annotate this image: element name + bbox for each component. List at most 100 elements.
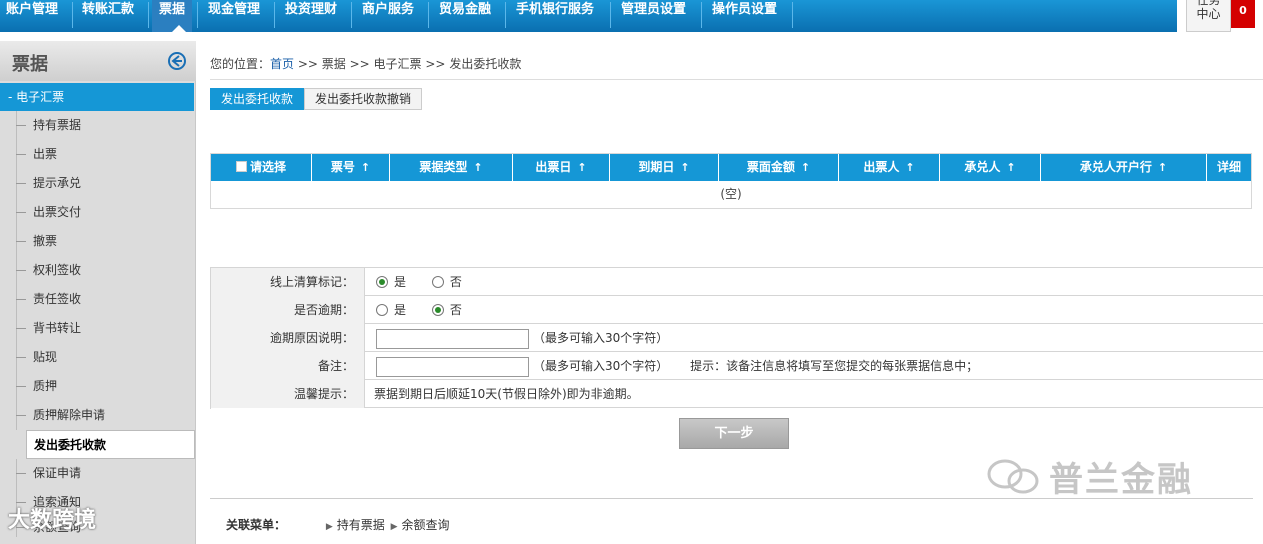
sidebar-item-label: 权利签收 <box>33 263 82 277</box>
nav-operator[interactable]: 操作员设置 <box>712 0 777 32</box>
footer-divider <box>210 498 1253 499</box>
nav-trade[interactable]: 贸易金融 <box>439 0 491 32</box>
sidebar: 票据 - 电子汇票 持有票据 出票 提示承兑 出票交付 撤票 权利签收 责任签收… <box>0 41 196 544</box>
column-drawer[interactable]: 出票人 ↑ <box>839 154 940 181</box>
select-all-checkbox[interactable] <box>235 161 247 172</box>
related-menu-label: 关联菜单： <box>226 518 287 532</box>
sort-arrow-icon: ↑ <box>1006 161 1016 174</box>
overdue-yes-radio[interactable] <box>376 304 388 316</box>
column-label: 票面金额 <box>746 160 795 174</box>
reason-field-group: （最多可输入30个字符） <box>376 324 668 352</box>
breadcrumb-home-link[interactable]: 首页 <box>270 57 294 71</box>
select-all-header[interactable]: 请选择 <box>211 154 312 181</box>
column-due-date[interactable]: 到期日 ↑ <box>610 154 719 181</box>
nav-divider <box>351 2 352 28</box>
sidebar-item-label: 质押 <box>33 379 58 393</box>
sidebar-item-guarantee[interactable]: 保证申请 <box>0 459 196 488</box>
sidebar-item-label: 持有票据 <box>33 118 82 132</box>
nav-divider <box>505 2 506 28</box>
sidebar-item-delivery[interactable]: 出票交付 <box>0 198 196 227</box>
sidebar-item-duty-sign[interactable]: 责任签收 <box>0 285 196 314</box>
collapse-sidebar-icon[interactable] <box>167 51 187 71</box>
sidebar-item-right-sign[interactable]: 权利签收 <box>0 256 196 285</box>
sidebar-item-acceptance[interactable]: 提示承兑 <box>0 169 196 198</box>
top-nav: 账户管理 转账汇款 票据 现金管理 投资理财 商户服务 贸易金融 手机银行服务 … <box>0 0 1177 32</box>
sidebar-item-discount[interactable]: 贴现 <box>0 343 196 372</box>
nav-divider <box>701 2 702 28</box>
sidebar-item-revoke[interactable]: 撤票 <box>0 227 196 256</box>
breadcrumb-level1: 票据 <box>321 57 346 71</box>
nav-divider <box>610 2 611 28</box>
overdue-no-radio[interactable] <box>431 304 444 316</box>
form-row-tip: 温馨提示： 票据到期日后顺延10天(节假日除外)即为非逾期。 <box>211 380 1263 408</box>
overdue-label: 是否逾期： <box>211 296 365 324</box>
nav-account[interactable]: 账户管理 <box>6 0 58 32</box>
sort-arrow-icon: ↑ <box>680 161 690 174</box>
sidebar-item-collection[interactable]: 发出委托收款 <box>26 430 195 459</box>
overdue-reason-input[interactable] <box>376 328 529 349</box>
select-all-label: 请选择 <box>249 160 286 174</box>
nav-admin[interactable]: 管理员设置 <box>621 0 686 32</box>
reason-label: 逾期原因说明： <box>211 324 365 352</box>
remark-input[interactable] <box>376 356 529 377</box>
breadcrumb-level2: 电子汇票 <box>373 57 422 71</box>
related-link-held-bills[interactable]: 持有票据 <box>337 518 385 532</box>
settle-options: 是 否 <box>376 268 462 296</box>
nav-invest[interactable]: 投资理财 <box>285 0 337 32</box>
sidebar-item-label: 出票 <box>33 147 58 161</box>
watermark-text-right: 普兰金融 <box>1049 460 1193 500</box>
next-step-button[interactable]: 下一步 <box>679 418 789 449</box>
sidebar-item-pledge-release[interactable]: 质押解除申请 <box>0 401 196 430</box>
column-label: 票号 <box>330 160 355 174</box>
wechat-icon <box>987 459 1039 494</box>
sidebar-item-label: 贴现 <box>33 350 58 364</box>
column-acceptor[interactable]: 承兑人 ↑ <box>940 154 1041 181</box>
remark-limit-hint: （最多可输入30个字符） <box>533 359 669 373</box>
nav-merchant[interactable]: 商户服务 <box>362 0 414 32</box>
sidebar-section-e-draft[interactable]: - 电子汇票 <box>0 83 194 111</box>
column-detail: 详细 <box>1216 160 1241 174</box>
sidebar-item-label: 保证申请 <box>33 466 82 480</box>
sidebar-item-pledge[interactable]: 质押 <box>0 372 196 401</box>
breadcrumb: 您的位置：首页 >> 票据 >> 电子汇票 >> 发出委托收款 <box>210 55 521 72</box>
nav-cash[interactable]: 现金管理 <box>208 0 260 32</box>
nav-mobile[interactable]: 手机银行服务 <box>516 0 594 32</box>
sidebar-item-label: 撤票 <box>33 234 58 248</box>
sidebar-item-issue[interactable]: 出票 <box>0 140 196 169</box>
column-bill-type[interactable]: 票据类型 ↑ <box>390 154 513 181</box>
column-label: 出票日 <box>535 160 572 174</box>
settle-no-radio[interactable] <box>431 276 444 288</box>
task-center-line1: 任务 <box>1196 0 1221 7</box>
sidebar-item-endorse[interactable]: 背书转让 <box>0 314 196 343</box>
tab-send-collection[interactable]: 发出委托收款 <box>210 88 305 110</box>
remark-field-group: （最多可输入30个字符） 提示：该备注信息将填写至您提交的每张票据信息中； <box>376 352 978 380</box>
sort-arrow-icon: ↑ <box>905 161 915 174</box>
related-link-balance[interactable]: 余额查询 <box>402 518 450 532</box>
tab-cancel-collection[interactable]: 发出委托收款撤销 <box>304 88 423 110</box>
column-bill-no[interactable]: 票号 ↑ <box>312 154 390 181</box>
form-row-remark: 备注： （最多可输入30个字符） 提示：该备注信息将填写至您提交的每张票据信息中… <box>211 352 1263 380</box>
column-acceptor-bank[interactable]: 承兑人开户行 ↑ <box>1041 154 1207 181</box>
column-label: 出票人 <box>863 160 900 174</box>
settle-yes-radio[interactable] <box>376 276 388 288</box>
form-row-overdue: 是否逾期： 是 否 <box>211 296 1263 324</box>
sidebar-list: 持有票据 出票 提示承兑 出票交付 撤票 权利签收 责任签收 背书转让 贴现 质… <box>0 111 196 537</box>
nav-divider <box>148 2 149 28</box>
bills-table: 请选择 票号 ↑ 票据类型 ↑ 出票日 ↑ 到期日 ↑ 票面金额 ↑ 出票人 ↑ 承兑人 ↑ … <box>210 153 1252 209</box>
sidebar-item-held-bills[interactable]: 持有票据 <box>0 111 196 140</box>
nav-divider <box>72 2 73 28</box>
collection-form: 线上清算标记： 是 否 是否逾期： 是 否 逾期原因说明： （最多可输入30个字… <box>210 267 1263 409</box>
triangle-right-icon: ▶ <box>390 522 398 532</box>
sidebar-item-label: 提示承兑 <box>33 176 82 190</box>
sidebar-item-label: 发出委托收款 <box>34 438 107 452</box>
nav-transfer[interactable]: 转账汇款 <box>82 0 134 32</box>
overdue-no-label: 否 <box>449 303 462 317</box>
watermark-logo-right: 普兰金融 <box>985 452 1193 501</box>
nav-divider <box>428 2 429 28</box>
sidebar-header: 票据 <box>0 41 196 81</box>
sidebar-item-label: 背书转让 <box>33 321 82 335</box>
column-issue-date[interactable]: 出票日 ↑ <box>513 154 610 181</box>
task-center-button[interactable]: 任务 中心 <box>1186 0 1231 32</box>
form-row-reason: 逾期原因说明： （最多可输入30个字符） <box>211 324 1263 352</box>
column-face-amount[interactable]: 票面金额 ↑ <box>719 154 839 181</box>
